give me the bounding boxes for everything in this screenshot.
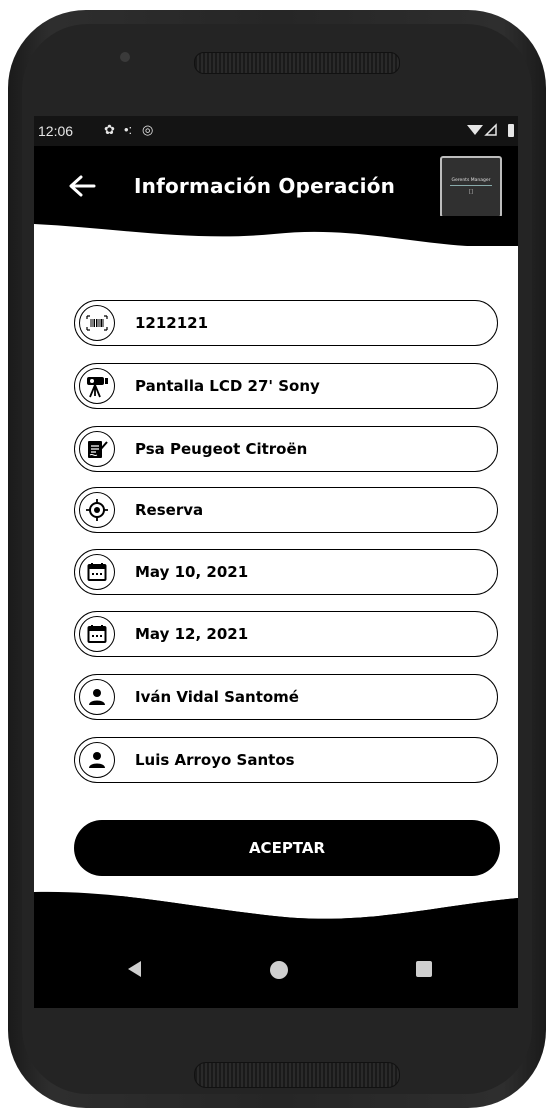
wifi-icon xyxy=(467,123,497,136)
status-value: Reserva xyxy=(135,501,204,519)
battery-icon xyxy=(508,124,514,137)
end-date-field[interactable]: May 12, 2021 xyxy=(74,611,498,657)
start-date-value: May 10, 2021 xyxy=(135,563,249,581)
page-title: Información Operación xyxy=(134,174,396,198)
contact-value: Luis Arroyo Santos xyxy=(135,751,295,769)
status-time: 12:06 xyxy=(38,123,74,139)
nav-back-icon[interactable] xyxy=(126,960,142,978)
app-logo: Gerents Manager [] xyxy=(440,156,502,218)
nav-home-icon[interactable] xyxy=(270,961,288,979)
phone-screen: 12:06 ✿ •: ◎ Información Operación Geren… xyxy=(34,116,518,1008)
app-bar: Información Operación Gerents Manager [] xyxy=(34,146,518,226)
end-date-value: May 12, 2021 xyxy=(135,625,249,643)
employee-field[interactable]: Iván Vidal Santomé xyxy=(74,674,498,720)
projector-icon xyxy=(79,368,115,404)
accept-button[interactable]: ACEPTAR xyxy=(74,820,500,876)
front-camera xyxy=(120,52,130,62)
content-area: 1212121 Pantalla LCD 27' Sony Psa Peugeo… xyxy=(34,246,518,896)
system-nav-bar xyxy=(34,926,518,1008)
barcode-field[interactable]: 1212121 xyxy=(74,300,498,346)
client-field[interactable]: Psa Peugeot Citroën xyxy=(74,426,498,472)
footer-wave xyxy=(34,876,518,928)
calendar-icon xyxy=(79,616,115,652)
signed-document-icon xyxy=(79,431,115,467)
bottom-speaker-grille xyxy=(194,1062,400,1088)
barcode-value: 1212121 xyxy=(135,314,209,332)
logo-subtext: [] xyxy=(469,189,473,195)
arrow-left-icon[interactable] xyxy=(68,174,96,198)
calendar-icon xyxy=(79,554,115,590)
top-speaker-grille xyxy=(194,52,400,74)
start-date-field[interactable]: May 10, 2021 xyxy=(74,549,498,595)
target-icon xyxy=(79,492,115,528)
logo-text: Gerents Manager xyxy=(451,178,491,183)
contact-field[interactable]: Luis Arroyo Santos xyxy=(74,737,498,783)
settings-icon: ✿ xyxy=(104,122,115,137)
nav-recents-icon[interactable] xyxy=(416,961,432,977)
status-bar: 12:06 ✿ •: ◎ xyxy=(34,116,518,146)
person-icon xyxy=(79,742,115,778)
barcode-icon xyxy=(79,305,115,341)
employee-value: Iván Vidal Santomé xyxy=(135,688,299,706)
sync-icon: ◎ xyxy=(142,122,154,137)
client-value: Psa Peugeot Citroën xyxy=(135,440,308,458)
product-field[interactable]: Pantalla LCD 27' Sony xyxy=(74,363,498,409)
product-value: Pantalla LCD 27' Sony xyxy=(135,377,320,395)
status-field[interactable]: Reserva xyxy=(74,487,498,533)
signal-dots-icon: •: xyxy=(124,122,133,137)
person-icon xyxy=(79,679,115,715)
